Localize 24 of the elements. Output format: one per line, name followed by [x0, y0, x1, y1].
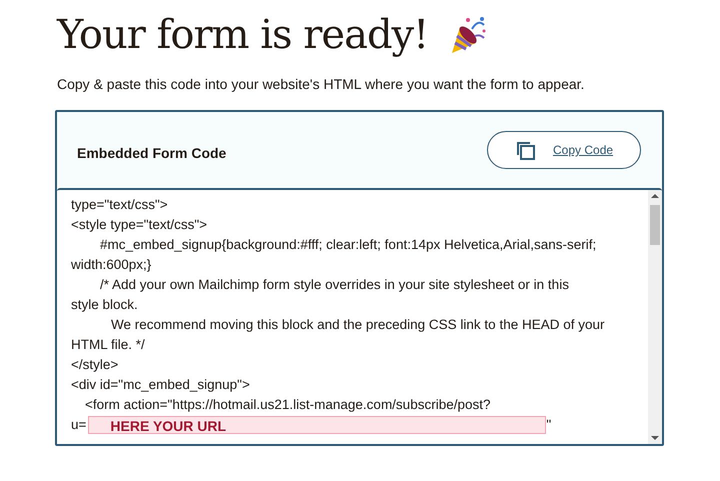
code-line: u=	[71, 416, 86, 434]
scroll-thumb[interactable]	[650, 205, 660, 245]
code-line: /* Add your own Mailchimp form style overrides in your site stylesheet or in this	[99, 276, 569, 294]
code-line: HTML file. */	[71, 336, 145, 354]
code-line: </style>	[71, 356, 118, 374]
copy-icon	[515, 140, 535, 160]
url-placeholder: HERE YOUR URL	[88, 416, 546, 434]
code-line: width:600px;}	[71, 256, 152, 274]
code-line: style block.	[71, 296, 138, 314]
code-line: <style type="text/css">	[71, 216, 208, 234]
code-line: <form action="https://hotmail.us21.list-manage.com/subscribe/post?	[84, 396, 490, 414]
card-title: Embedded Form Code	[77, 144, 226, 162]
code-line: "	[546, 416, 552, 434]
page-heading: Your form is ready!	[57, 15, 428, 55]
instruction-text: Copy & paste this code into your website's HTML where you want the form to appear.	[57, 75, 586, 94]
code-line: <div id="mc_embed_signup">	[71, 376, 250, 394]
code-line: type="text/css">	[71, 196, 168, 214]
code-line: We recommend moving this block and the preceding CSS link to the HEAD of your	[110, 316, 604, 334]
code-box[interactable]	[57, 188, 662, 444]
scroll-down-icon[interactable]	[651, 436, 659, 440]
scrollbar[interactable]	[648, 190, 662, 444]
scroll-up-icon[interactable]	[651, 194, 659, 198]
copy-code-button[interactable]: Copy Code	[487, 131, 641, 169]
code-line: #mc_embed_signup{background:#fff; clear:left; font:14px Helvetica,Arial,sans-serif;	[99, 236, 596, 254]
